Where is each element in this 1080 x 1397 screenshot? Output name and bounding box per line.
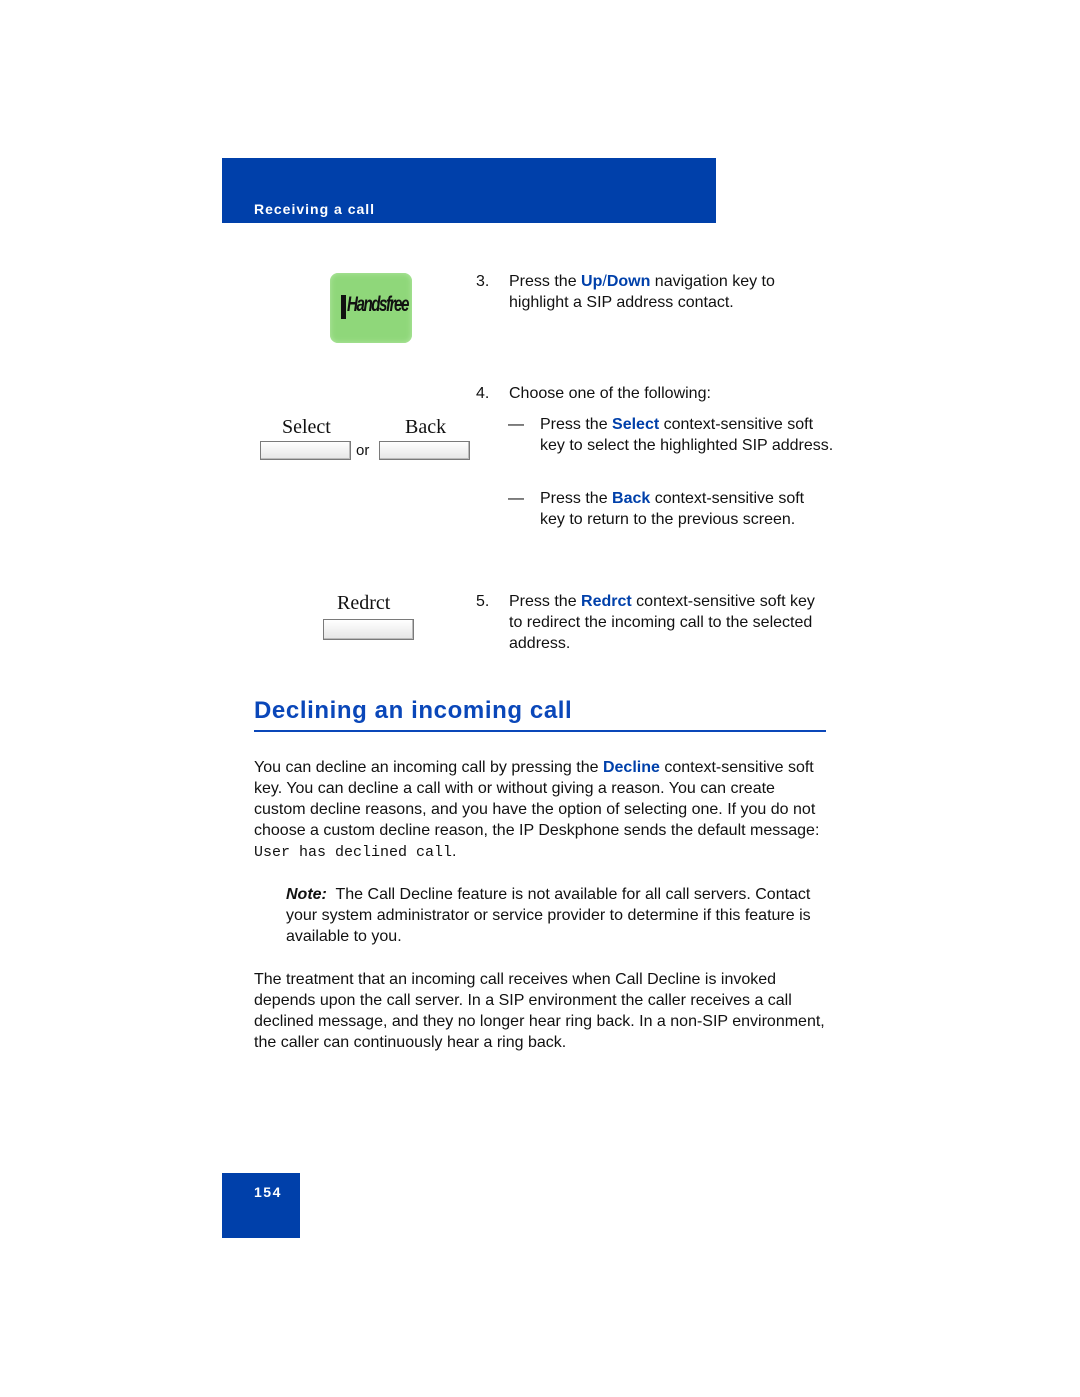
dash-bullet: — xyxy=(508,490,524,507)
note-paragraph: Note: The Call Decline feature is not av… xyxy=(286,886,816,945)
redrct-softkey-label: Redrct xyxy=(337,592,391,614)
handsfree-key-label: Handsfree xyxy=(347,293,409,316)
note-label: Note: xyxy=(286,886,327,903)
keyword-redrct: Redrct xyxy=(581,593,632,610)
section-heading: Declining an incoming call xyxy=(254,697,573,724)
section-title: Receiving a call xyxy=(254,201,376,217)
handsfree-key-image: Handsfree xyxy=(330,273,412,343)
step-number: 4. xyxy=(476,385,490,402)
page-number-box: 154 xyxy=(222,1173,300,1238)
redrct-softkey xyxy=(323,619,414,640)
keyword-decline: Decline xyxy=(602,759,660,776)
substep-text: Press the Select context-sensitive soft … xyxy=(540,416,834,454)
back-softkey xyxy=(379,441,470,460)
keyword-select: Select xyxy=(612,416,660,433)
substep-text: Press the Back context-sensitive soft ke… xyxy=(540,490,805,528)
or-text: or xyxy=(356,442,370,459)
select-softkey xyxy=(260,441,351,460)
dash-bullet: — xyxy=(508,416,524,433)
keyword-up: Up xyxy=(581,273,603,290)
page-number: 154 xyxy=(254,1184,282,1200)
treatment-paragraph: The treatment that an incoming call rece… xyxy=(254,971,825,1051)
intro-paragraph: You can decline an incoming call by pres… xyxy=(254,759,820,861)
step-number: 3. xyxy=(476,273,490,290)
keyword-back: Back xyxy=(612,490,651,507)
step-text: Choose one of the following: xyxy=(509,385,711,402)
default-message: User has declined call xyxy=(254,844,453,861)
handsfree-bar-icon xyxy=(341,295,346,319)
header-bar: Receiving a call xyxy=(222,158,716,223)
back-softkey-label: Back xyxy=(405,416,447,438)
heading-rule xyxy=(254,730,826,732)
select-softkey-label: Select xyxy=(282,416,331,438)
step-text: Press the Redrct context-sensitive soft … xyxy=(509,593,815,652)
step-text: Press the Up/Down navigation key to high… xyxy=(509,273,775,311)
step-number: 5. xyxy=(476,593,490,610)
keyword-down: Down xyxy=(606,273,651,290)
